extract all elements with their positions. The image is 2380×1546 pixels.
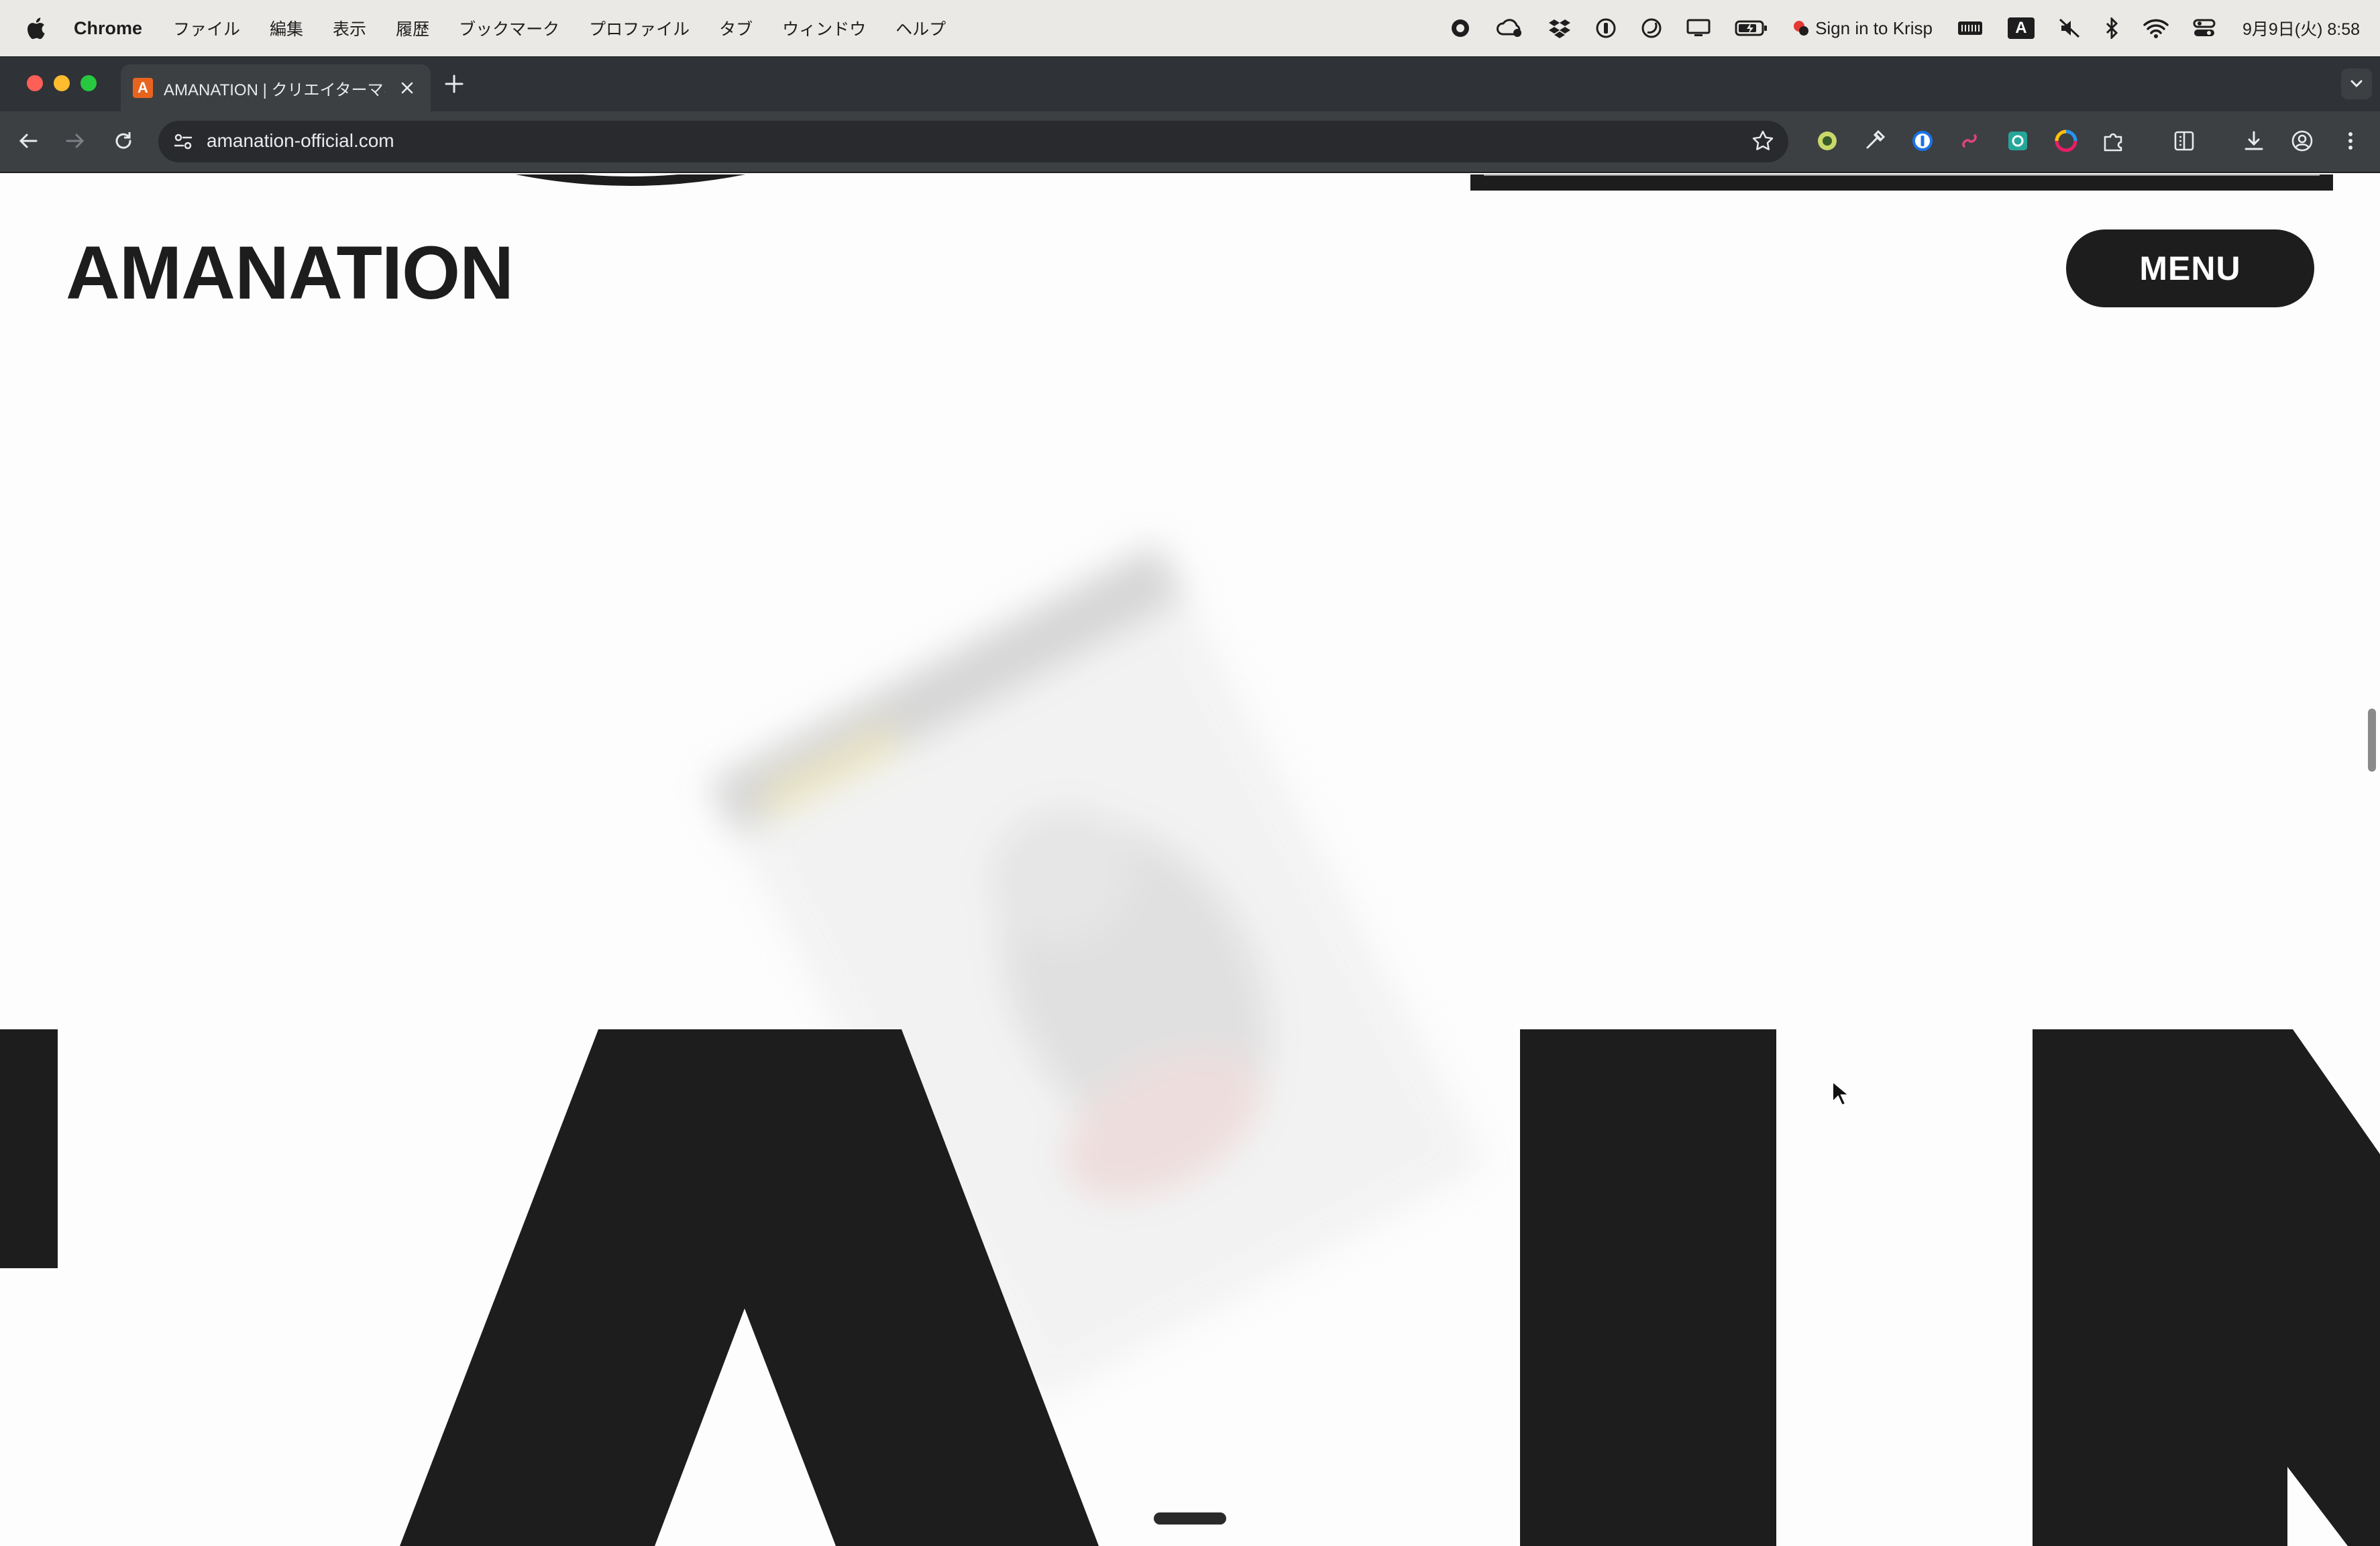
window-close-button[interactable] [27,75,43,91]
menu-tab[interactable]: タブ [719,16,753,40]
forward-arrow-icon[interactable] [62,127,89,154]
extensions-puzzle-icon[interactable] [2101,129,2125,153]
site-info-icon[interactable] [172,130,195,153]
bluetooth-icon[interactable] [2104,17,2119,39]
menu-button[interactable]: MENU [2066,229,2314,307]
menu-view[interactable]: 表示 [333,16,366,40]
dropbox-icon[interactable] [1548,18,1571,38]
letter-fragment-left [0,1029,58,1268]
letter-n [2033,1029,2380,1546]
profile-avatar-icon[interactable] [2290,129,2314,153]
page-scrollbar-thumb[interactable] [2368,709,2376,772]
display-icon[interactable] [1686,18,1711,38]
page-viewport: AMANATION MENU [0,174,2380,1546]
input-source-indicator[interactable]: A [2007,17,2035,39]
menu-edit[interactable]: 編集 [270,16,303,40]
letter-i [1520,1029,1776,1546]
eyedropper-icon[interactable] [1862,129,1886,153]
letter-a [400,1029,1099,1546]
site-logo[interactable]: AMANATION [66,229,514,316]
reading-list-icon[interactable] [2172,129,2196,153]
record-icon[interactable] [1450,18,1470,38]
more-menu-icon[interactable] [2338,129,2363,153]
menu-history[interactable]: 履歴 [396,16,429,40]
menu-bookmarks[interactable]: ブックマーク [459,16,559,40]
scroll-indicator-bar [1154,1512,1226,1525]
menu-bar-status-area: Sign in to Krisp A 9月9日(火) 8:58 [1426,0,2360,56]
wifi-icon[interactable] [2143,18,2169,38]
window-zoom-button[interactable] [80,75,97,91]
mouse-cursor-icon [1832,1080,1850,1106]
apple-logo-icon[interactable] [25,17,46,40]
menu-profiles[interactable]: プロファイル [589,16,690,40]
extension-link-icon[interactable] [1957,129,1982,153]
1password-icon[interactable] [1910,129,1935,153]
new-tab-icon[interactable] [443,72,466,95]
browser-tab-active[interactable]: A AMANATION | クリエイターマネ [121,64,431,111]
url-text: amanation-official.com [207,130,394,151]
chevron-down-icon [2350,80,2363,88]
hero-large-wordmark [0,1029,2380,1546]
menu-bar-clock[interactable]: 9月9日(火) 8:58 [2242,16,2360,40]
menu-help[interactable]: ヘルプ [896,16,946,40]
address-bar[interactable]: amanation-official.com [158,121,1788,162]
tab-favicon-icon: A [133,78,153,98]
krisp-icon [1794,21,1809,36]
keyboard-icon[interactable] [1957,19,1984,38]
krisp-label: Sign in to Krisp [1815,17,1933,38]
extension-teal-icon[interactable] [2006,129,2030,153]
control-center-icon[interactable] [2193,18,2216,38]
menu-window[interactable]: ウィンドウ [782,16,866,40]
tab-close-icon[interactable] [397,78,417,98]
screen: Chrome ファイル 編集 表示 履歴 ブックマーク プロファイル タブ ウィ… [0,0,2380,1546]
downloads-icon[interactable] [2242,129,2266,153]
window-minimize-button[interactable] [54,75,70,91]
input-source-letter: A [2007,17,2035,39]
krisp-status[interactable]: Sign in to Krisp [1792,18,1933,39]
moon-icon[interactable] [1641,17,1662,39]
cloud-sync-icon[interactable] [1495,18,1524,38]
extension-green-icon[interactable] [1815,129,1839,153]
reload-icon[interactable] [110,127,137,154]
battery-icon[interactable] [1735,19,1768,38]
menu-app-name[interactable]: Chrome [74,18,142,39]
menu-file[interactable]: ファイル [173,16,240,40]
mute-icon[interactable] [2059,18,2080,38]
color-picker-icon[interactable] [2054,129,2078,153]
macos-menu-bar: Chrome ファイル 編集 表示 履歴 ブックマーク プロファイル タブ ウィ… [0,0,2380,56]
back-arrow-icon[interactable] [15,127,42,154]
tab-title: AMANATION | クリエイターマネ [164,81,385,99]
tab-search-button[interactable] [2341,68,2372,99]
password-manager-icon[interactable] [1595,17,1617,39]
bookmark-star-icon[interactable] [1751,129,1775,153]
